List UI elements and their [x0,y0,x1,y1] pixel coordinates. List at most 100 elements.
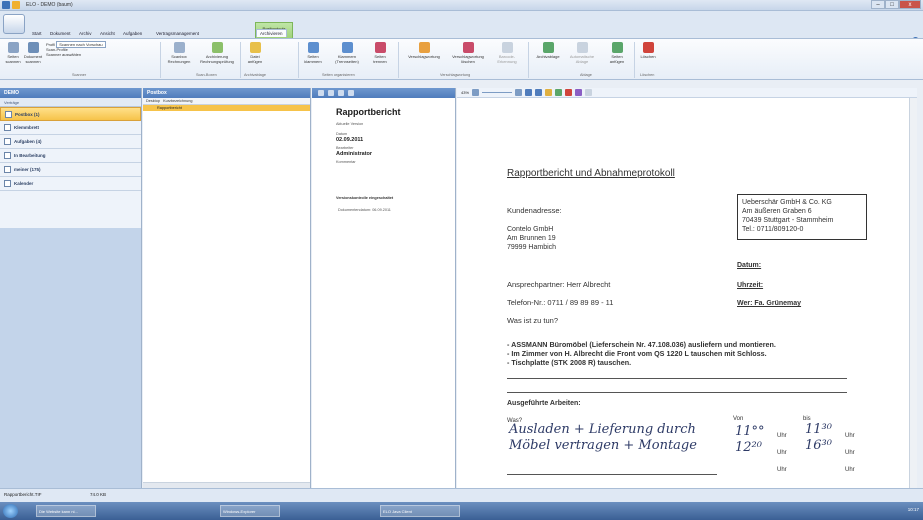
telefon: Telefon-Nr.: 0711 / 89 89 89 - 11 [507,298,614,307]
app-icon[interactable] [2,1,10,9]
zoom-out-icon[interactable] [472,89,480,96]
application-menu-button[interactable] [3,14,25,34]
separator [398,42,399,78]
close-button[interactable]: x [899,0,921,9]
time-von-1: 11°° [735,424,765,439]
vertical-scrollbar[interactable] [909,98,917,488]
kunde-line3: 79999 Hambich [507,244,557,251]
start-button[interactable] [3,504,18,518]
tab-vertragsmanagement[interactable]: Vertragsmanagement [156,31,199,36]
select-scanner-button[interactable]: Scanner auswählen [46,52,156,57]
note-icon[interactable] [575,89,583,96]
nav-item-kalender[interactable]: Kalender [0,177,141,191]
uhr-label: Uhr [777,450,787,456]
kunde-line1: Contelo GmbH [507,226,554,233]
attach-icon [611,42,623,53]
calendar-icon [4,180,11,187]
minimize-button[interactable]: – [871,0,885,9]
group-scanboxes-label: Scan-Boxen [196,73,217,77]
status-filesize: 74.0 KB [90,492,107,497]
maximize-button[interactable]: □ [885,0,899,9]
keyword-icon [418,42,430,53]
uhr-label: Uhr [845,467,855,473]
scan-pages-button[interactable]: Seiten scannen [4,42,22,64]
version-label: Aktuelle Version [336,122,364,126]
date-label: Datum [336,132,348,136]
uhr-label: Uhr [777,433,787,439]
split-pages-button[interactable]: Seiten trennen [368,42,392,64]
document-info-pane: Rapportbericht Aktuelle Version Datum 02… [312,88,456,488]
tab-dokument[interactable]: Dokument [50,31,71,36]
separator [160,42,161,78]
zoom-in-icon[interactable] [515,89,523,96]
divider [507,378,847,379]
nav-subheader[interactable]: Verträge [0,98,141,107]
print-icon[interactable] [348,90,354,96]
annotation-toolbar: 43% [457,88,917,98]
attach-file-button[interactable]: Datei anfügen [244,42,266,64]
window-title: ELO - DEMO (baum) [26,2,73,8]
comment-label: Kommentar [336,160,356,164]
fit-width-icon[interactable] [535,89,543,96]
auto-storage-button[interactable]: Automatische Ablage [566,42,598,64]
back-icon[interactable] [318,90,324,96]
barcode-icon [501,42,513,53]
version-control-label: Versionskontrolle eingeschaltet [336,196,394,200]
delete-keywording-button[interactable]: Verschlagwortung löschen [450,42,486,64]
tab-archiv[interactable]: Archiv [79,31,92,36]
column-header: Desktop Kurzbezeichnung [143,98,310,105]
handwriting-line1: Ausladen + Lieferung durch [509,422,696,437]
column-kurzbezeichnung[interactable]: Kurzbezeichnung [163,99,192,103]
clip-pages-button[interactable]: Seiten klammern [303,42,323,64]
firm-line3: 70439 Stuttgart - Stammheim [742,217,834,224]
nav-item-meiner[interactable]: meiner (175) [0,163,141,177]
fit-page-icon[interactable] [525,89,533,96]
tab-aufgaben[interactable]: Aufgaben [123,31,142,36]
nav-item-klemmbrett[interactable]: Klemmbrett [0,121,141,135]
highlight-icon[interactable] [555,89,563,96]
quick-access-toolbar [2,1,20,9]
ansprechpartner: Ansprechpartner: Herr Albrecht [507,280,611,289]
was-ist-zu-tun: Was ist zu tun? [507,316,558,325]
status-filename: Rapportbericht.TIF [4,492,42,497]
archiving-invoice-button[interactable]: Archivierung Rechnungsprüfung [196,42,238,64]
taskbar-item[interactable]: ELO Java Client [380,505,460,517]
editor-label: Bearbeiter [336,146,354,150]
page-icon[interactable] [338,90,344,96]
tab-ansicht[interactable]: Ansicht [100,31,115,36]
kunde-label: Kundenadresse: [507,206,562,215]
tab-start[interactable]: Start [32,31,42,36]
todo-1: - ASSMANN Büromöbel (Lieferschein Nr. 47… [507,340,776,349]
nav-item-in-bearbeitung[interactable]: In Bearbeitung [0,149,141,163]
uhr-label: Uhr [777,467,787,473]
archive-storage-button[interactable]: Archivablage [533,42,563,59]
marker-icon[interactable] [565,89,573,96]
von-label: Von [733,416,744,422]
save-icon[interactable] [12,1,20,9]
clip-separator-button[interactable]: Klammern (Trennseiten) [330,42,364,64]
zoom-level: 43% [461,90,470,95]
keywording-button[interactable]: Verschlagwortung [403,42,445,59]
date-value: 02.09.2011 [336,137,364,143]
forward-icon[interactable] [328,90,334,96]
list-item[interactable]: Rapportbericht [143,105,310,111]
tab-archivieren[interactable]: Archivieren [256,29,287,37]
scanbox-invoices-button[interactable]: Scanbox Rechnungen [166,42,192,64]
column-desktop[interactable]: Desktop [146,99,160,103]
scan-document-button[interactable]: Dokument scannen [23,42,43,64]
taskbar-item[interactable]: Die Website kann ni... [36,505,96,517]
delete-annotation-icon[interactable] [585,89,593,96]
rotate-icon[interactable] [545,89,553,96]
ribbon-tabs: Start Dokument Archiv Ansicht Aufgaben V… [0,11,923,44]
clock: 10:17 [907,507,919,512]
barcode-button[interactable]: Barcode-Erkennung [494,42,520,64]
nav-item-aufgaben[interactable]: Aufgaben (4) [0,135,141,149]
zoom-slider[interactable] [482,92,513,93]
taskbar-item[interactable]: Windows-Explorer [220,505,280,517]
nav-item-postbox[interactable]: Postbox (1) [0,107,141,121]
repository-header[interactable]: DEMO [0,88,141,98]
delete-button[interactable]: Löschen [638,42,658,59]
postbox-list-pane: Postbox Desktop Kurzbezeichnung Rapportb… [143,88,311,488]
attach-pages-button[interactable]: Seiten anfügen [604,42,630,64]
uhrzeit-label: Uhrzeit: [737,282,764,289]
